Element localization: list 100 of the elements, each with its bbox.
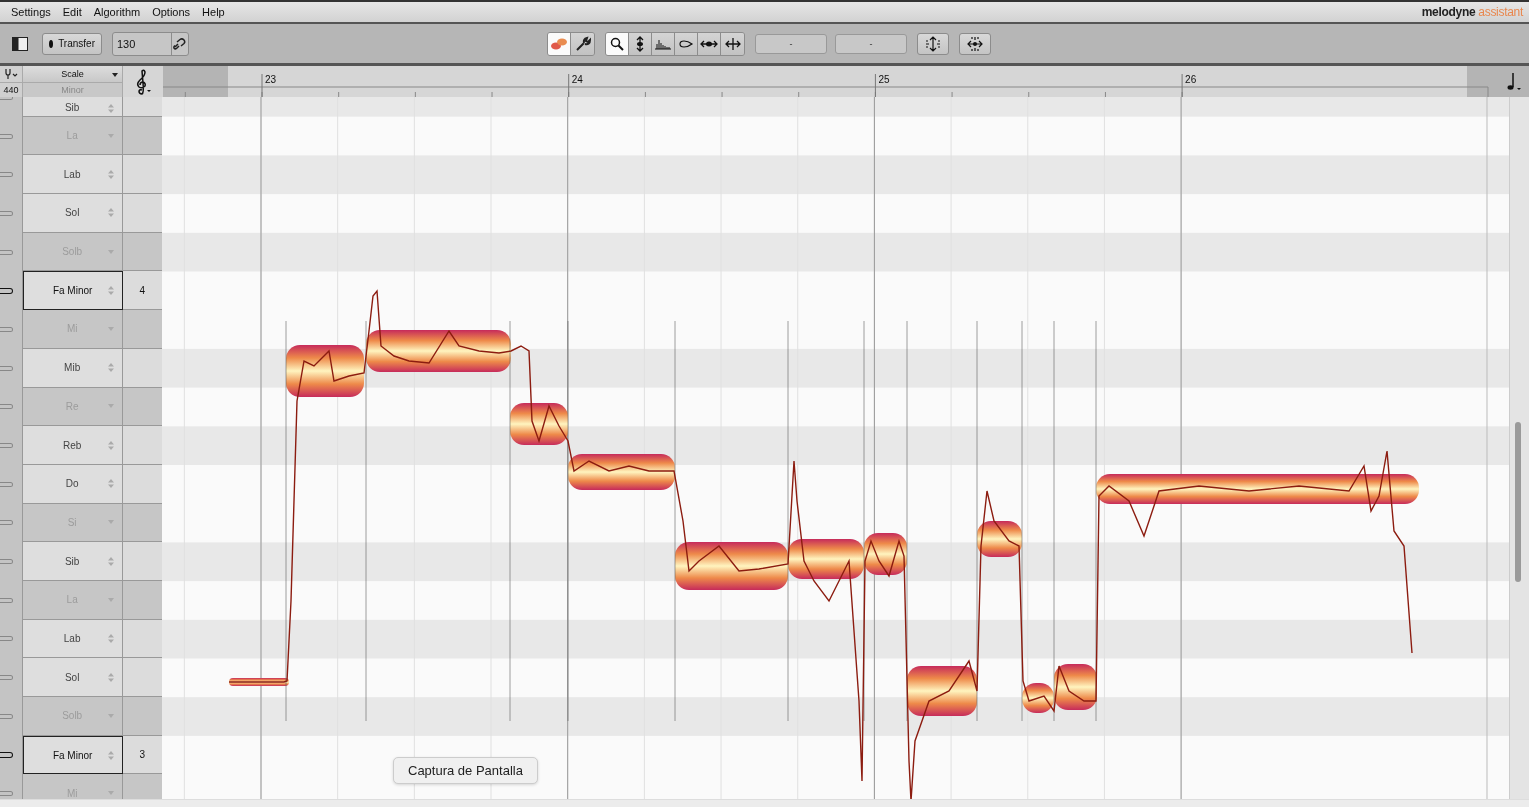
- octave-cell: [122, 310, 163, 349]
- scale-dropdown[interactable]: Scale: [23, 66, 123, 82]
- vertical-scrollbar[interactable]: [1509, 97, 1529, 799]
- octave-cell: [122, 580, 163, 620]
- stepper-arrows-icon: [107, 103, 114, 113]
- tempo-field[interactable]: 130: [112, 31, 189, 56]
- caret-icon: [107, 249, 114, 254]
- key-marker-icon[interactable]: [0, 172, 13, 178]
- octave-cell: [122, 658, 163, 697]
- note-blob[interactable]: [229, 678, 290, 686]
- search-icon: [610, 37, 624, 51]
- caret-icon: [107, 133, 114, 138]
- octave-cell: [122, 503, 163, 543]
- stepper-arrows-icon: [107, 169, 114, 179]
- timeline-ruler[interactable]: 23 24 25 26: [163, 66, 1529, 97]
- pitch-name-cell[interactable]: Lab: [22, 619, 123, 659]
- pitch-name-cell[interactable]: Sib: [22, 97, 123, 117]
- macro-tool-button[interactable]: [571, 33, 594, 55]
- pitch-name-cell[interactable]: Fa Minor: [22, 271, 123, 311]
- center-pitch-icon: [925, 36, 941, 52]
- bar-number: 24: [571, 74, 583, 85]
- stepper-arrows-icon: [107, 479, 114, 489]
- transfer-button[interactable]: Transfer: [42, 32, 102, 55]
- readout-field[interactable]: -: [755, 34, 827, 54]
- center-time-icon: [967, 36, 983, 52]
- octave-cell: [122, 697, 163, 736]
- key-marker-icon[interactable]: [0, 597, 13, 603]
- key-marker-icon[interactable]: [0, 520, 13, 526]
- octave-cell: [122, 232, 163, 272]
- key-marker-icon[interactable]: [0, 752, 13, 759]
- separation-tool-button[interactable]: [721, 33, 744, 55]
- zoom-tool-button[interactable]: [606, 33, 629, 55]
- key-marker-icon[interactable]: [0, 133, 13, 139]
- treble-clef-icon[interactable]: [134, 68, 153, 95]
- stepper-arrows-icon: [107, 556, 114, 566]
- pitch-name-cell[interactable]: Reb: [22, 426, 123, 465]
- stepper-arrows-icon: [107, 440, 114, 450]
- note-blob[interactable]: [366, 330, 512, 372]
- menu-item[interactable]: Algorithm: [87, 6, 147, 18]
- pitch-name-cell[interactable]: Sol: [22, 658, 123, 697]
- blob-tool-button[interactable]: [675, 33, 698, 55]
- octave-cell: [122, 426, 163, 465]
- pitch-name-cell[interactable]: Sol: [22, 194, 123, 233]
- octave-cell: [122, 155, 163, 195]
- amplitude-tool-button[interactable]: [652, 33, 675, 55]
- app-logo: melodyne assistant: [1421, 5, 1523, 19]
- menu-item[interactable]: Edit: [56, 6, 88, 18]
- caret-icon: [107, 326, 114, 331]
- key-marker-icon[interactable]: [0, 791, 13, 797]
- key-marker-icon[interactable]: [0, 559, 13, 565]
- vertical-arrows-icon: [635, 36, 645, 52]
- note-blob[interactable]: [907, 666, 978, 716]
- tuning-fork-icon[interactable]: [4, 69, 18, 79]
- note-editor-tab[interactable]: [548, 33, 571, 55]
- octave-cell: [122, 387, 163, 427]
- octave-cell: 4: [122, 271, 163, 311]
- pitch-name-cell[interactable]: Lab: [22, 155, 123, 195]
- key-marker-icon[interactable]: [0, 287, 13, 294]
- note-blob[interactable]: [675, 542, 789, 590]
- pitch-quantize-button[interactable]: [917, 33, 949, 55]
- pitch-name-cell[interactable]: Do: [22, 464, 123, 504]
- key-marker-icon[interactable]: [0, 404, 13, 410]
- caret-icon: [107, 520, 114, 525]
- time-tool-button[interactable]: [698, 33, 721, 55]
- menu-item[interactable]: Settings: [5, 6, 57, 18]
- octave-cell: [122, 542, 163, 581]
- pitch-tool-button[interactable]: [629, 33, 652, 55]
- octave-cell: 3: [122, 735, 163, 775]
- key-marker-icon[interactable]: [0, 249, 13, 255]
- key-marker-icon[interactable]: [0, 713, 13, 719]
- octave-cell: [122, 348, 163, 388]
- menu-item[interactable]: Help: [196, 6, 231, 18]
- key-marker-icon[interactable]: [0, 210, 13, 216]
- pitch-name-cell[interactable]: Fa Minor: [22, 735, 123, 775]
- note-blob[interactable]: [1096, 474, 1420, 504]
- caret-icon: [107, 404, 114, 409]
- level-bars-icon: [654, 38, 672, 50]
- bar-number: 25: [878, 74, 890, 85]
- wrench-icon: [574, 36, 591, 52]
- cross-arrows-icon: [724, 37, 741, 51]
- key-marker-icon[interactable]: [0, 481, 13, 487]
- key-marker-icon[interactable]: [0, 365, 13, 371]
- scale-mode: Minor: [23, 83, 123, 97]
- key-marker-icon[interactable]: [0, 675, 13, 681]
- blobs-icon: [550, 37, 568, 51]
- pitch-name-cell[interactable]: Mib: [22, 348, 123, 388]
- pitch-name-cell[interactable]: Sib: [22, 542, 123, 581]
- time-quantize-button[interactable]: [959, 33, 991, 55]
- key-marker-icon[interactable]: [0, 326, 13, 332]
- quarter-note-icon[interactable]: [1507, 72, 1523, 92]
- stepper-arrows-icon: [107, 672, 114, 682]
- menu-item[interactable]: Options: [146, 6, 197, 18]
- stepper-arrows-icon: [107, 363, 114, 373]
- readout-field[interactable]: -: [835, 34, 907, 54]
- key-marker-icon[interactable]: [0, 443, 13, 449]
- stepper-arrows-icon: [107, 208, 114, 218]
- key-marker-icon[interactable]: [0, 636, 13, 642]
- note-blob[interactable]: [286, 345, 365, 397]
- caret-icon: [107, 713, 114, 718]
- caret-icon: [112, 73, 119, 77]
